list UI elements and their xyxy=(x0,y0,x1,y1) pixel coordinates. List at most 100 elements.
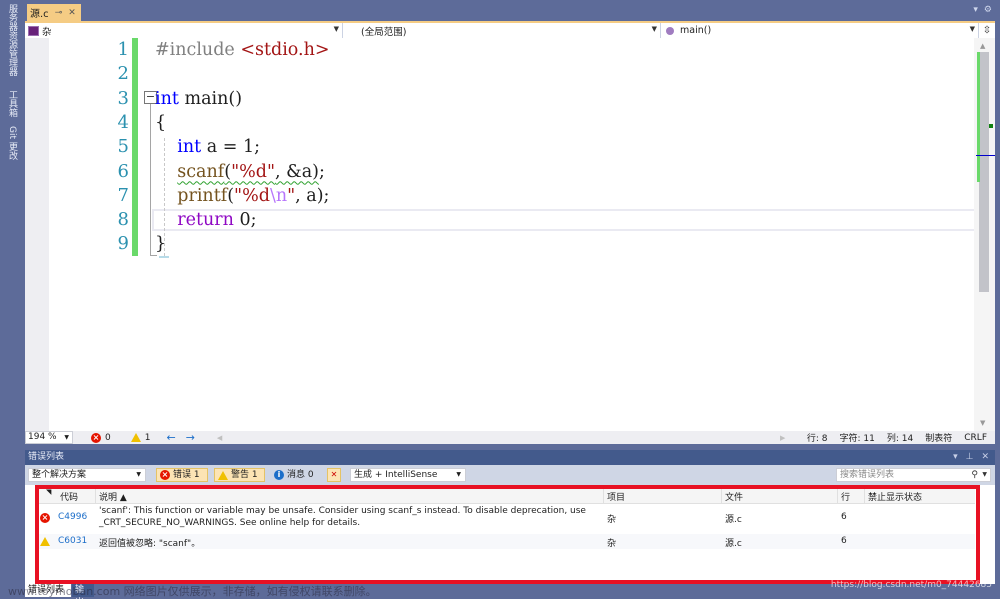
warning-squiggle[interactable]: scanf("%d", &a) xyxy=(177,162,319,182)
member-dropdown[interactable]: main() ▼ xyxy=(661,23,979,38)
chevron-down-icon: ▼ xyxy=(136,471,141,478)
messages-filter-toggle[interactable]: i 消息 0 xyxy=(271,468,321,482)
column-header-project[interactable]: 项目 xyxy=(607,490,625,503)
vs-window: 服务器资源管理器 工具箱 Git 更改 源.c ⊸ ✕ ▾ ⚙ 杂 ▼ (全局范… xyxy=(0,0,1000,599)
column-header-description[interactable]: 说明 ▲ xyxy=(99,490,127,503)
scope-filter-value: 整个解决方案 xyxy=(32,470,87,480)
error-count[interactable]: × 0 xyxy=(91,432,111,443)
line-indicator: 行: 8 xyxy=(806,434,828,444)
error-line: 6 xyxy=(841,512,847,522)
scope-dropdown[interactable]: (全局范围) ▼ xyxy=(343,23,661,38)
column-header-line[interactable]: 行 xyxy=(841,490,850,503)
code-line[interactable]: scanf("%d", &a); xyxy=(155,160,325,184)
line-number: 7 xyxy=(117,184,129,206)
navigate-forward-icon[interactable]: → xyxy=(186,431,195,444)
error-list-table: ◥ 代码 说明 ▲ 项目 文件 行 禁止显示状态 × C4996 'scanf'… xyxy=(25,485,995,584)
split-icon[interactable]: ⇳ xyxy=(979,23,995,38)
watermark-right: https://blog.csdn.net/m0_74442685 xyxy=(830,580,992,590)
scrollbar-caret-marker xyxy=(976,155,995,156)
zoom-level: 194 % xyxy=(28,432,57,442)
toolbox-tab[interactable]: 工具箱 xyxy=(5,90,19,120)
warning-code-link[interactable]: C6031 xyxy=(58,536,87,546)
error-icon: × xyxy=(91,432,101,443)
list-scrollbar[interactable] xyxy=(980,485,995,584)
column-header-code[interactable]: 代码 xyxy=(60,490,78,503)
change-tracking-bar xyxy=(132,38,138,256)
table-row[interactable]: × C4996 'scanf': This function or variab… xyxy=(38,504,975,534)
pin-icon[interactable]: ⊸ xyxy=(55,8,63,18)
chevron-down-icon: ▼ xyxy=(333,25,339,33)
code-line[interactable]: return 0; xyxy=(155,208,256,232)
tab-overflow-dropdown-icon[interactable]: ▾ xyxy=(973,5,978,15)
error-project: 杂 xyxy=(607,515,617,525)
code-line[interactable]: { xyxy=(155,111,166,135)
errors-filter-label: 错误 1 xyxy=(173,470,200,480)
scrollbar-warning-marker xyxy=(989,124,993,128)
error-list-title-bar: 错误列表 ▾ ⊥ ✕ xyxy=(25,450,995,465)
error-code-link[interactable]: C4996 xyxy=(58,512,87,522)
search-placeholder: 搜索错误列表 xyxy=(840,470,895,480)
gear-icon[interactable]: ⚙ xyxy=(984,5,992,15)
close-icon[interactable]: ✕ xyxy=(981,450,989,465)
editor-status-bar: 194 % ▼ × 0 1 ← → ◀ ▶ 行: 8 字符: 11 列: 14 … xyxy=(25,431,995,444)
column-header-file[interactable]: 文件 xyxy=(725,490,743,503)
error-description-cont: _CRT_SECURE_NO_WARNINGS. See online help… xyxy=(99,518,361,528)
error-icon: × xyxy=(40,513,50,523)
warning-project: 杂 xyxy=(607,539,617,549)
warning-count[interactable]: 1 xyxy=(130,432,151,443)
git-changes-tab[interactable]: Git 更改 xyxy=(5,126,19,166)
code-line[interactable]: int a = 1; xyxy=(155,135,260,159)
navigate-back-icon[interactable]: ← xyxy=(166,431,175,444)
line-number: 6 xyxy=(117,160,129,182)
document-tab[interactable]: 源.c ⊸ ✕ xyxy=(27,4,81,21)
error-list-search-input[interactable]: 搜索错误列表 ⚲ ▼ xyxy=(836,468,991,482)
table-row[interactable]: C6031 返回值被忽略: "scanf"。 杂 源.c 6 xyxy=(38,534,975,549)
vertical-scrollbar[interactable]: ▲ ▼ xyxy=(974,38,995,431)
warning-count-value: 1 xyxy=(144,432,151,443)
line-number: 9 xyxy=(117,233,129,255)
column-header-suppression[interactable]: 禁止显示状态 xyxy=(868,490,922,503)
search-icon[interactable]: ⚲ xyxy=(971,469,978,481)
clear-filter-icon[interactable]: ✕ xyxy=(327,468,341,482)
chevron-down-icon: ▼ xyxy=(651,25,657,33)
chevron-down-icon: ▼ xyxy=(456,471,461,478)
warnings-filter-toggle[interactable]: 警告 1 xyxy=(214,468,265,482)
line-ending[interactable]: CRLF xyxy=(964,433,987,443)
error-count-value: 0 xyxy=(105,432,111,443)
error-list-title: 错误列表 xyxy=(28,452,65,462)
scroll-up-icon[interactable]: ▲ xyxy=(980,42,985,50)
zoom-dropdown[interactable]: 194 % ▼ xyxy=(25,431,73,444)
line-number: 2 xyxy=(117,63,129,85)
code-line[interactable]: printf("%d\n", a); xyxy=(155,184,329,208)
error-list-toolbar: 整个解决方案 ▼ × 错误 1 警告 1 i 消息 0 ✕ 生成 + Intel… xyxy=(25,465,995,485)
hscroll-left-icon[interactable]: ◀ xyxy=(217,434,222,442)
code-editor[interactable]: 123456789 − #include <stdio.h> int main()… xyxy=(25,38,995,431)
brace-match-highlight xyxy=(159,256,169,258)
warning-line: 6 xyxy=(841,536,847,546)
code-line[interactable]: } xyxy=(155,232,166,256)
column-indicator: 列: 14 xyxy=(886,434,914,444)
indent-mode[interactable]: 制表符 xyxy=(925,431,952,444)
build-source-value: 生成 + IntelliSense xyxy=(354,470,438,480)
warning-icon xyxy=(40,537,50,546)
code-line[interactable]: #include <stdio.h> xyxy=(155,38,330,62)
warning-description: 返回值被忽略: "scanf"。 xyxy=(99,539,201,549)
scroll-down-icon[interactable]: ▼ xyxy=(980,419,985,427)
errors-filter-toggle[interactable]: × 错误 1 xyxy=(156,468,208,482)
info-icon: i xyxy=(274,470,284,480)
side-tool-strip: 服务器资源管理器 工具箱 Git 更改 xyxy=(0,0,25,599)
server-explorer-tab[interactable]: 服务器资源管理器 xyxy=(5,4,19,84)
project-dropdown[interactable]: 杂 ▼ xyxy=(25,23,343,38)
column-chooser-icon[interactable]: ◥ xyxy=(46,488,51,496)
pin-icon[interactable]: ⊥ xyxy=(966,450,974,465)
panel-dropdown-icon[interactable]: ▾ xyxy=(953,450,958,465)
selection-margin xyxy=(25,38,49,431)
warning-file: 源.c xyxy=(725,539,742,549)
scrollbar-thumb[interactable] xyxy=(979,52,989,292)
code-line[interactable]: int main() xyxy=(155,87,242,111)
build-source-dropdown[interactable]: 生成 + IntelliSense ▼ xyxy=(350,468,466,482)
hscroll-right-icon[interactable]: ▶ xyxy=(780,434,785,442)
chevron-down-icon[interactable]: ▼ xyxy=(982,469,987,481)
scope-filter-dropdown[interactable]: 整个解决方案 ▼ xyxy=(28,468,146,482)
close-icon[interactable]: ✕ xyxy=(68,8,76,18)
